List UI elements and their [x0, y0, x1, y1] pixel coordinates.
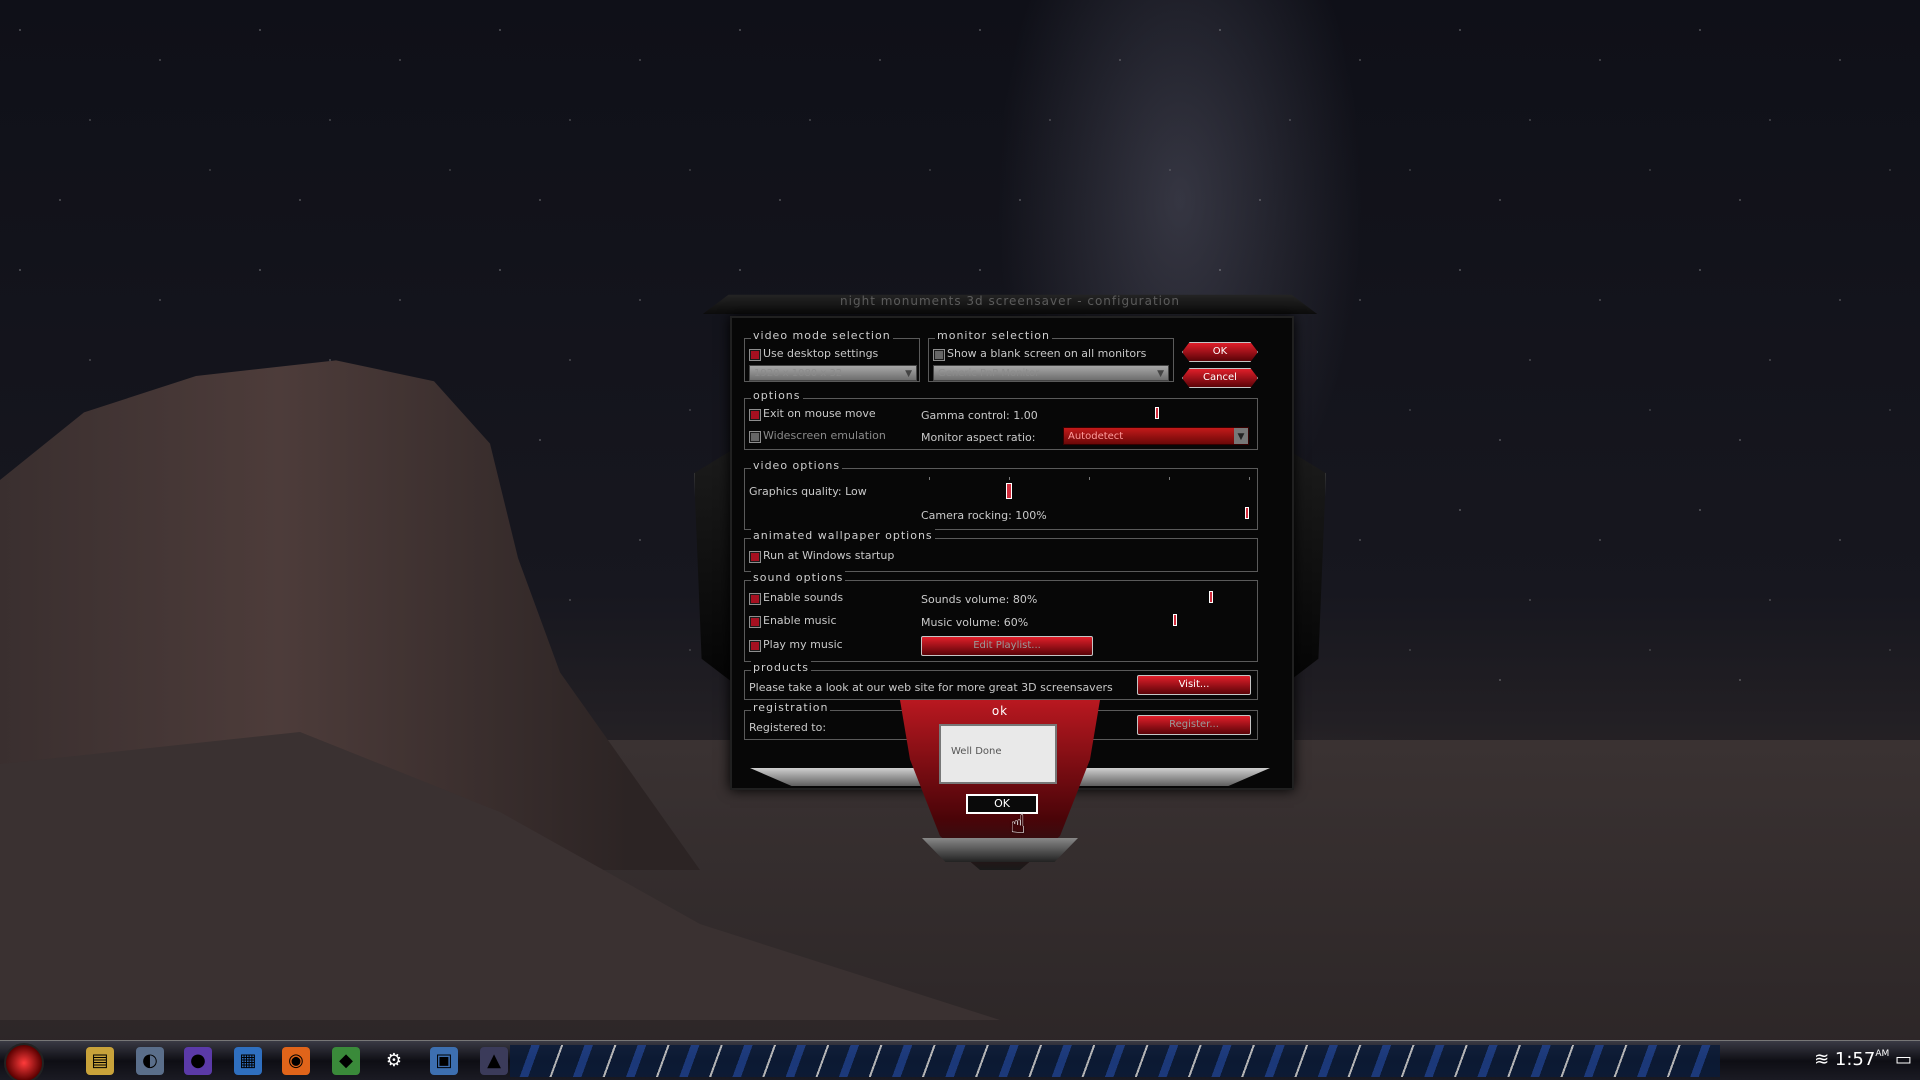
screensaver-app-icon[interactable]: ▲: [480, 1047, 508, 1075]
dialog-base-decoration: [922, 838, 1078, 862]
ok-button[interactable]: OK: [1182, 342, 1258, 362]
quality-tick: [929, 477, 930, 480]
gear-icon[interactable]: ⚙: [380, 1047, 408, 1075]
registration-title: registration: [751, 701, 831, 714]
control-panel-icon[interactable]: ◐: [136, 1047, 164, 1075]
chevron-down-icon: ▼: [1234, 428, 1248, 444]
notification-icon[interactable]: ▭: [1895, 1049, 1912, 1070]
aspect-label: Monitor aspect ratio:: [921, 431, 1036, 444]
sounds-volume-thumb[interactable]: [1209, 591, 1213, 603]
edit-playlist-button[interactable]: Edit Playlist...: [921, 636, 1093, 656]
music-volume-label: Music volume: 60%: [921, 616, 1029, 629]
music-volume-thumb[interactable]: [1173, 614, 1177, 626]
taskbar-stripe-decoration: [510, 1045, 1720, 1077]
wallpaper-title: animated wallpaper options: [751, 529, 935, 542]
enable-music-label: Enable music: [763, 614, 837, 627]
blank-screen-checkbox[interactable]: [933, 349, 945, 361]
register-button[interactable]: Register...: [1137, 715, 1251, 735]
play-my-music-checkbox[interactable]: [749, 640, 761, 652]
media-player-icon[interactable]: ●: [184, 1047, 212, 1075]
clock-time[interactable]: 1:57: [1835, 1049, 1875, 1070]
firefox-icon[interactable]: ◉: [282, 1047, 310, 1075]
window-title: night monuments 3d screensaver - configu…: [840, 294, 1180, 308]
aspect-dropdown[interactable]: Autodetect ▼: [1063, 427, 1249, 445]
dialog-message-box: Well Done: [939, 724, 1057, 784]
video-mode-group: video mode selection Use desktop setting…: [744, 329, 920, 382]
cancel-button[interactable]: Cancel: [1182, 368, 1258, 388]
play-my-music-label: Play my music: [763, 638, 843, 651]
resolution-dropdown[interactable]: 1920 x 1080 x 32 ▼: [749, 365, 917, 381]
enable-sounds-checkbox[interactable]: [749, 593, 761, 605]
desktop: night monuments 3d screensaver - configu…: [0, 0, 1920, 1080]
resolution-value: 1920 x 1080 x 32: [754, 368, 843, 379]
left-wing-decoration: [694, 450, 732, 682]
windows-icon[interactable]: ▦: [234, 1047, 262, 1075]
blank-screen-label: Show a blank screen on all monitors: [947, 347, 1147, 360]
use-desktop-checkbox[interactable]: [749, 349, 761, 361]
start-button[interactable]: [4, 1043, 44, 1080]
browser-icon[interactable]: ◆: [332, 1047, 360, 1075]
sounds-volume-label: Sounds volume: 80%: [921, 593, 1038, 606]
options-group: options Exit on mouse move Widescreen em…: [744, 389, 1258, 450]
products-text: Please take a look at our web site for m…: [749, 681, 1113, 694]
quality-tick: [1089, 477, 1090, 480]
quality-tick: [1169, 477, 1170, 480]
wifi-icon[interactable]: ≋: [1814, 1049, 1829, 1070]
camera-label: Camera rocking: 100%: [921, 509, 1047, 522]
monitor-value: Generic PnP Monitor: [938, 368, 1040, 379]
quality-slider-thumb[interactable]: [1006, 483, 1012, 499]
dialog-ok-button[interactable]: OK: [966, 794, 1038, 814]
monitor-dropdown[interactable]: Generic PnP Monitor ▼: [933, 365, 1169, 381]
chevron-down-icon: ▼: [905, 369, 912, 379]
registered-to-label: Registered to:: [749, 721, 827, 734]
taskbar: ▤ ◐ ● ▦ ◉ ◆ ⚙ ▣ ▲ ≋ 1:57AM ▭: [0, 1040, 1920, 1080]
enable-music-checkbox[interactable]: [749, 616, 761, 628]
gamma-label: Gamma control: 1.00: [921, 409, 1038, 422]
dialog-message: Well Done: [951, 746, 1002, 757]
quality-tick: [1249, 477, 1250, 480]
hand-cursor-icon: ☝: [1010, 810, 1026, 840]
chevron-down-icon: ▼: [1157, 369, 1164, 379]
products-group: products Please take a look at our web s…: [744, 661, 1258, 700]
well-done-dialog: ok Well Done OK ☝: [900, 700, 1100, 870]
products-title: products: [751, 661, 812, 674]
exit-mouse-label: Exit on mouse move: [763, 407, 876, 420]
dialog-title: ok: [991, 704, 1009, 718]
exit-mouse-checkbox[interactable]: [749, 409, 761, 421]
clock-ampm: AM: [1875, 1049, 1890, 1059]
video-options-title: video options: [751, 459, 843, 472]
quality-tick: [1009, 477, 1010, 480]
window-app-icon[interactable]: ▣: [430, 1047, 458, 1075]
wallpaper-group: animated wallpaper options Run at Window…: [744, 529, 1258, 572]
file-explorer-icon[interactable]: ▤: [86, 1047, 114, 1075]
startup-checkbox[interactable]: [749, 551, 761, 563]
sound-title: sound options: [751, 571, 846, 584]
widescreen-checkbox[interactable]: [749, 431, 761, 443]
widescreen-label: Widescreen emulation: [763, 429, 886, 442]
camera-slider-thumb[interactable]: [1245, 507, 1249, 519]
visit-button[interactable]: Visit...: [1137, 675, 1251, 695]
startup-label: Run at Windows startup: [763, 549, 895, 562]
gamma-slider-thumb[interactable]: [1155, 407, 1159, 419]
options-title: options: [751, 389, 803, 402]
quality-label: Graphics quality: Low: [749, 485, 867, 498]
use-desktop-label: Use desktop settings: [763, 347, 879, 360]
video-mode-title: video mode selection: [751, 329, 893, 342]
monitor-group: monitor selection Show a blank screen on…: [928, 329, 1174, 382]
aspect-value: Autodetect: [1068, 431, 1124, 442]
system-tray: ≋ 1:57AM ▭: [1814, 1049, 1912, 1070]
sound-group: sound options Enable sounds Enable music…: [744, 571, 1258, 662]
monitor-title: monitor selection: [935, 329, 1052, 342]
video-options-group: video options Graphics quality: Low Came…: [744, 459, 1258, 530]
enable-sounds-label: Enable sounds: [763, 591, 844, 604]
